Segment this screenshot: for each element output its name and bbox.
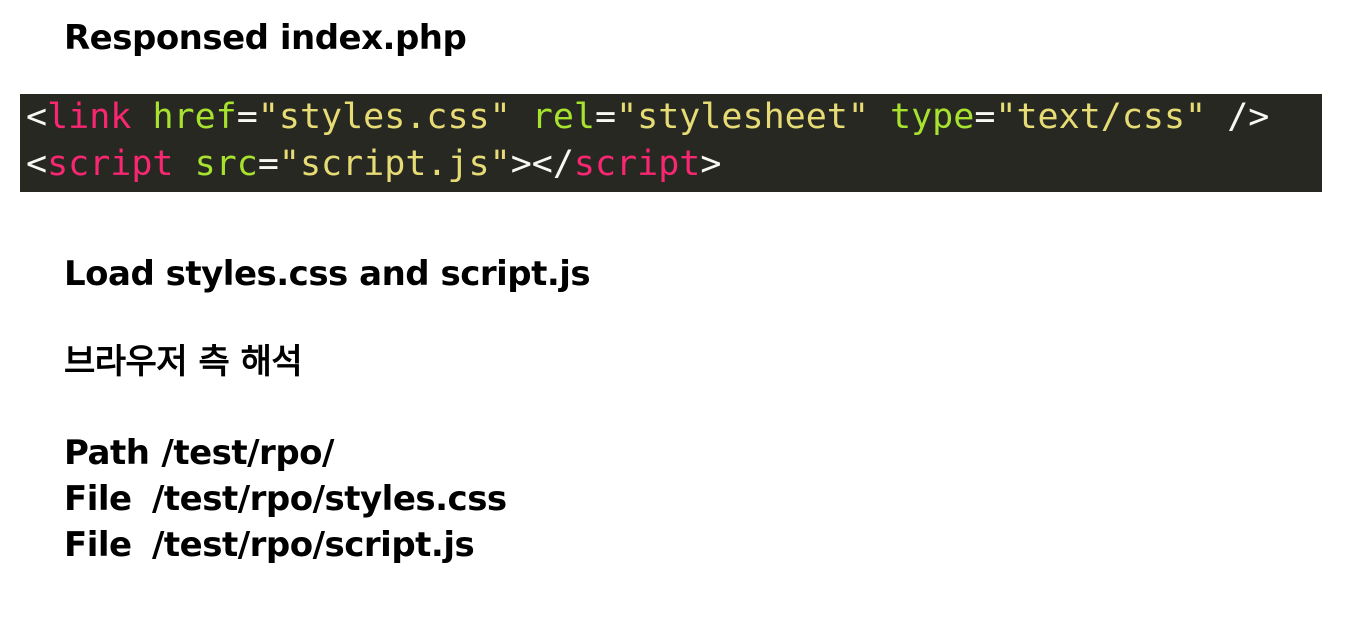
code-token: < — [26, 97, 48, 137]
path-row: Path /test/rpo/ — [64, 430, 507, 476]
code-token-string: "text/css" — [995, 97, 1207, 137]
code-token: /> — [1227, 97, 1270, 137]
code-token-attr: rel — [531, 97, 595, 137]
code-token-attr: href — [152, 97, 237, 137]
code-token: = — [236, 97, 258, 137]
path-list: Path /test/rpo/ File /test/rpo/styles.cs… — [64, 430, 507, 568]
browser-interpretation-heading: 브라우저 측 해석 — [64, 342, 303, 382]
code-line-script: <script src="script.js"></script> — [26, 141, 1322, 188]
code-token-attr: type — [890, 97, 975, 137]
file-label: File — [64, 525, 132, 565]
file-value: /test/rpo/styles.css — [152, 479, 507, 519]
code-token-attr: src — [194, 144, 258, 184]
file-value: /test/rpo/script.js — [152, 525, 475, 565]
code-token-tag: script — [47, 144, 174, 184]
code-block: <link href="styles.css" rel="stylesheet"… — [20, 94, 1322, 192]
file-label: File — [64, 479, 132, 519]
code-token-string: "styles.css" — [257, 97, 511, 137]
code-token: = — [595, 97, 617, 137]
file-row: File /test/rpo/script.js — [64, 522, 507, 568]
code-token-string: "script.js" — [278, 144, 511, 184]
path-label: Path — [64, 433, 150, 473]
code-token: ></ — [510, 144, 574, 184]
code-token-tag: link — [47, 97, 132, 137]
page-title: Responsed index.php — [64, 18, 467, 58]
code-token-string: "stylesheet" — [616, 97, 869, 137]
path-value: /test/rpo/ — [161, 433, 334, 473]
code-line-link: <link href="styles.css" rel="stylesheet"… — [26, 94, 1322, 141]
code-token-tag: script — [573, 144, 701, 184]
load-description: Load styles.css and script.js — [64, 254, 591, 294]
code-token: < — [26, 144, 48, 184]
file-row: File /test/rpo/styles.css — [64, 476, 507, 522]
code-token: > — [700, 144, 722, 184]
code-token: = — [257, 144, 279, 184]
code-token: = — [974, 97, 996, 137]
